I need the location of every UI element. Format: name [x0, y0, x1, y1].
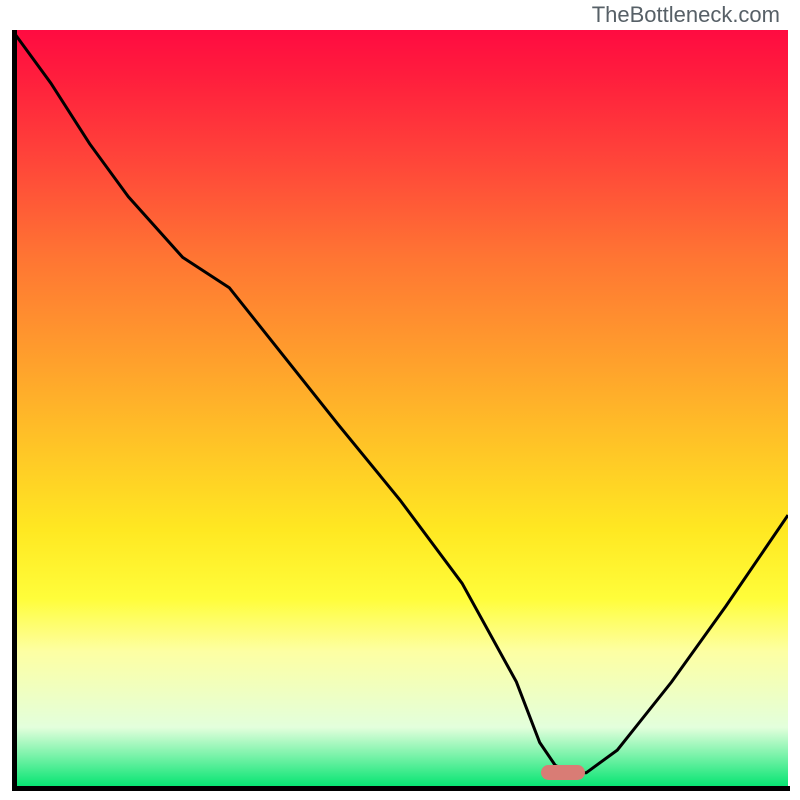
watermark-text: TheBottleneck.com: [592, 2, 780, 28]
y-axis-line: [12, 30, 17, 790]
bottleneck-curve: [12, 30, 788, 788]
chart-area: [12, 30, 788, 788]
x-axis-line: [12, 786, 790, 791]
optimal-marker: [541, 765, 585, 780]
